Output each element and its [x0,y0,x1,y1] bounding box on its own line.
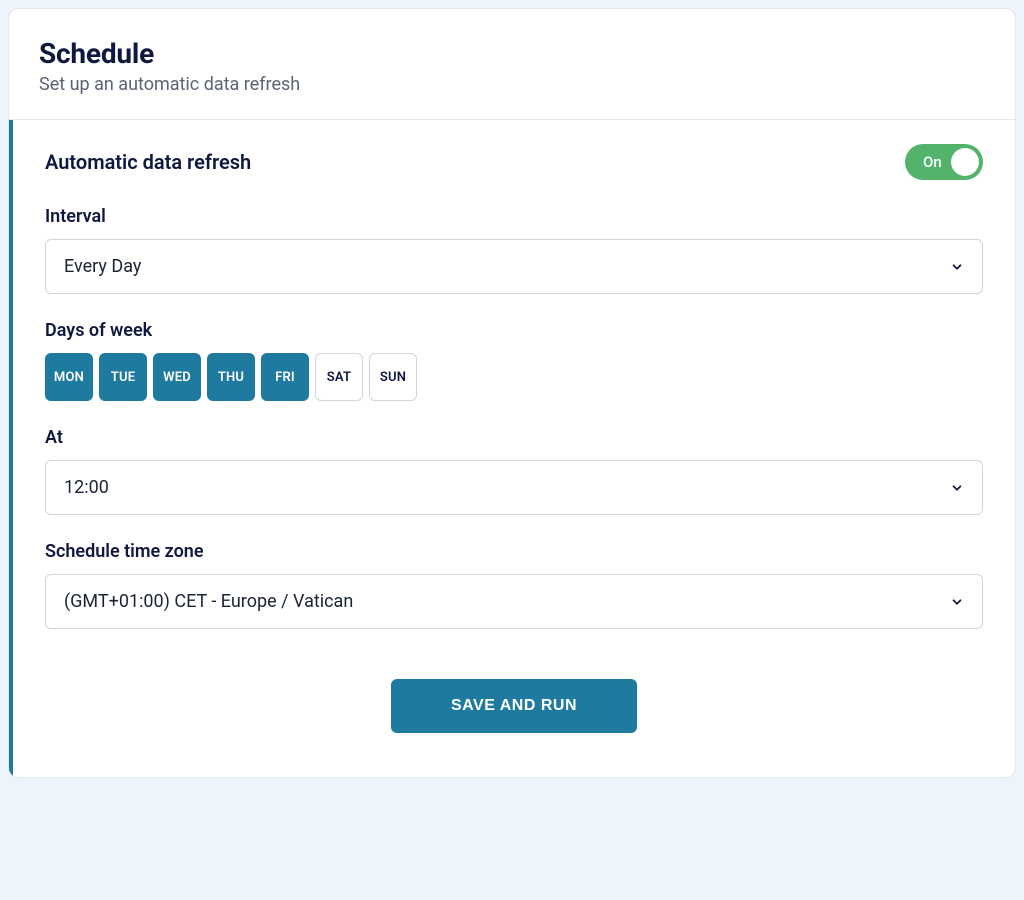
auto-refresh-toggle[interactable]: On [905,144,983,180]
action-row: SAVE AND RUN [45,679,983,733]
interval-field: Interval Every Day [45,206,983,294]
day-sun[interactable]: SUN [369,353,417,401]
days-field: Days of week MONTUEWEDTHUFRISATSUN [45,320,983,401]
day-sat[interactable]: SAT [315,353,363,401]
day-mon[interactable]: MON [45,353,93,401]
timezone-select[interactable]: (GMT+01:00) CET - Europe / Vatican [45,574,983,629]
at-select[interactable]: 12:00 [45,460,983,515]
page-subtitle: Set up an automatic data refresh [39,74,985,95]
toggle-row: Automatic data refresh On [45,144,983,180]
day-tue[interactable]: TUE [99,353,147,401]
chevron-down-icon [950,595,964,609]
days-label: Days of week [45,320,983,341]
chevron-down-icon [950,481,964,495]
auto-refresh-heading: Automatic data refresh [45,150,251,174]
chevron-down-icon [950,260,964,274]
toggle-knob [951,148,979,176]
timezone-value: (GMT+01:00) CET - Europe / Vatican [64,591,353,612]
timezone-label: Schedule time zone [45,541,983,562]
timezone-field: Schedule time zone (GMT+01:00) CET - Eur… [45,541,983,629]
day-thu[interactable]: THU [207,353,255,401]
toggle-state-label: On [923,153,942,171]
card-body: Automatic data refresh On Interval Every… [9,120,1015,777]
card-header: Schedule Set up an automatic data refres… [9,9,1015,120]
interval-label: Interval [45,206,983,227]
page-title: Schedule [39,37,985,70]
interval-select[interactable]: Every Day [45,239,983,294]
interval-value: Every Day [64,256,141,277]
schedule-card: Schedule Set up an automatic data refres… [8,8,1016,778]
day-fri[interactable]: FRI [261,353,309,401]
save-and-run-button[interactable]: SAVE AND RUN [391,679,637,733]
at-field: At 12:00 [45,427,983,515]
at-value: 12:00 [64,477,109,498]
at-label: At [45,427,983,448]
day-wed[interactable]: WED [153,353,201,401]
days-container: MONTUEWEDTHUFRISATSUN [45,353,983,401]
